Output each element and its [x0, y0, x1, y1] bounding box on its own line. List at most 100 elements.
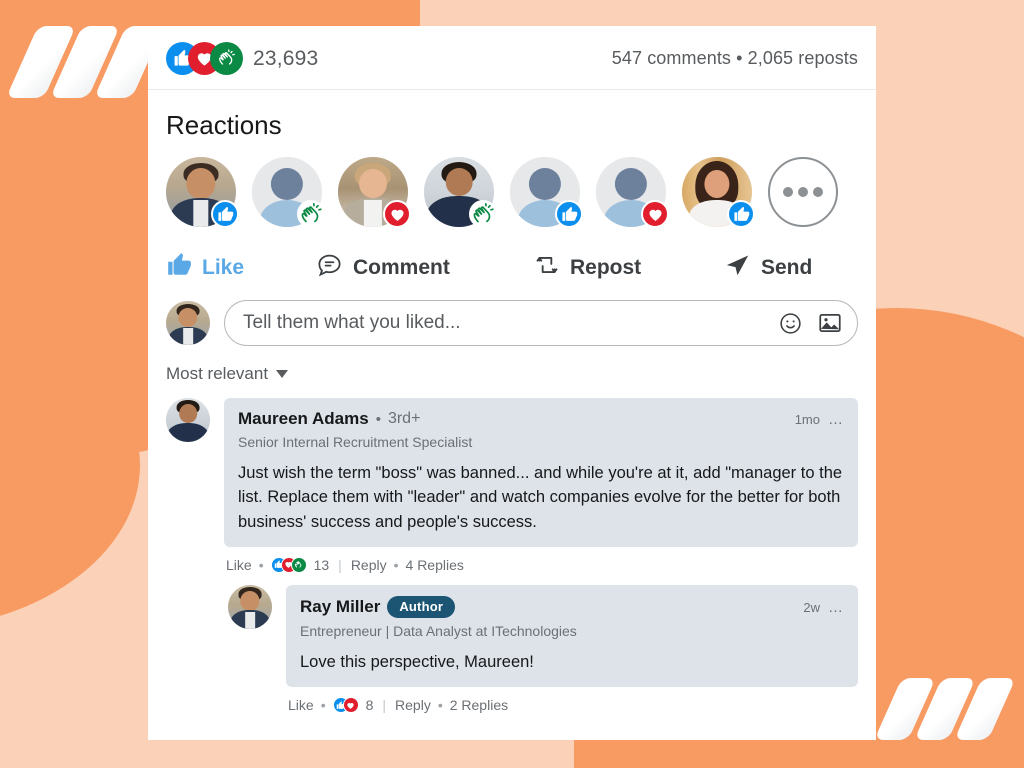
image-icon[interactable]: [817, 310, 843, 336]
comment-reaction-count: 13: [313, 556, 330, 573]
like-icon: [727, 200, 755, 228]
comment-footer: Like • 13 | Reply • 4 Replies: [224, 547, 858, 573]
reply-author-headline: Entrepreneur | Data Analyst at ITechnolo…: [300, 622, 577, 639]
separator-dot: •: [258, 556, 264, 573]
sort-dropdown-label: Most relevant: [166, 364, 269, 383]
card-header: 23,693 547 comments • 2,065 reposts: [148, 26, 876, 90]
reactor-avatars-row: [148, 141, 876, 237]
reactor-avatar-7[interactable]: [682, 157, 755, 228]
comment-author-headline: Senior Internal Recruitment Specialist: [238, 434, 473, 450]
comment-author-name[interactable]: Maureen Adams: [238, 409, 369, 429]
reply-replies-count[interactable]: 2 Replies: [450, 697, 508, 713]
current-user-avatar: [166, 301, 210, 345]
sort-dropdown[interactable]: Most relevant: [166, 364, 289, 384]
reaction-icon-group: [166, 42, 243, 75]
repost-button-label: Repost: [570, 255, 642, 279]
reactor-avatar-6[interactable]: [596, 157, 669, 228]
like-button-label: Like: [202, 255, 245, 279]
reply-header: Ray Miller Author 2w …: [300, 595, 844, 618]
repost-icon: [534, 252, 560, 284]
divider: |: [382, 697, 387, 713]
send-icon: [724, 251, 751, 284]
reaction-count: 23,693: [253, 46, 319, 70]
comment-sort-row: Most relevant: [148, 346, 876, 384]
ellipsis-dot: [813, 187, 823, 197]
love-icon: [641, 200, 669, 228]
separator-dot: •: [437, 697, 443, 713]
comments-list: Maureen Adams • 3rd+ 1mo … Senior Intern…: [148, 384, 876, 713]
reply-footer: Like • 8 | Reply • 2 Replies: [286, 687, 858, 713]
like-icon: [555, 200, 583, 228]
comment-replies-count[interactable]: 4 Replies: [406, 557, 464, 573]
comment-meta: 1mo …: [795, 412, 844, 427]
comments-reposts-stats[interactable]: 547 comments • 2,065 reposts: [612, 48, 858, 69]
comment-button-label: Comment: [353, 255, 450, 279]
comment-reply-item: Ray Miller Author 2w … Entrepreneur | Da…: [228, 584, 858, 713]
ellipsis-dot: [798, 187, 808, 197]
like-icon: [211, 200, 239, 228]
thumbs-up-icon: [166, 252, 192, 284]
reactor-avatar-2[interactable]: [252, 157, 325, 228]
comment-input-placeholder: Tell them what you liked...: [243, 312, 461, 333]
reply-options-icon[interactable]: …: [828, 600, 844, 614]
show-more-reactors-button[interactable]: [768, 157, 838, 227]
reply-timestamp: 2w: [803, 599, 820, 615]
repost-button[interactable]: Repost: [534, 252, 724, 284]
like-button[interactable]: Like: [166, 252, 316, 284]
comment-item: Maureen Adams • 3rd+ 1mo … Senior Intern…: [166, 398, 858, 573]
post-action-bar: Like Comment Repost Send: [148, 237, 876, 294]
comment-bubble: Maureen Adams • 3rd+ 1mo … Senior Intern…: [224, 398, 858, 547]
post-engagement-card: 23,693 547 comments • 2,065 reposts Reac…: [148, 26, 876, 740]
comment-author-avatar[interactable]: [166, 398, 210, 442]
love-icon: [342, 697, 359, 713]
decorative-slash-mark-top-left: [5, 26, 165, 98]
send-button[interactable]: Send: [724, 251, 812, 284]
reply-reply-button[interactable]: Reply: [395, 697, 431, 713]
comment-button[interactable]: Comment: [316, 251, 534, 284]
ellipsis-dot: [783, 187, 793, 197]
reactor-avatar-1[interactable]: [166, 157, 239, 228]
reply-author-avatar[interactable]: [228, 584, 272, 629]
comment-author-line: Maureen Adams • 3rd+: [238, 409, 420, 429]
page-title: Reactions: [166, 110, 282, 140]
comment-like-button[interactable]: Like: [226, 557, 252, 573]
clap-icon: [469, 200, 497, 228]
reply-author-name[interactable]: Ray Miller: [300, 597, 380, 617]
send-button-label: Send: [761, 255, 813, 279]
chevron-down-icon: [276, 370, 289, 378]
reply-text: Love this perspective, Maureen!: [300, 652, 534, 671]
clap-icon: [297, 200, 325, 228]
comment-body: Maureen Adams • 3rd+ 1mo … Senior Intern…: [224, 398, 858, 573]
separator-dot: •: [393, 556, 399, 573]
reply-bubble: Ray Miller Author 2w … Entrepreneur | Da…: [286, 584, 858, 687]
love-icon: [383, 200, 411, 228]
comment-composer: Tell them what you liked...: [148, 294, 876, 346]
comment-text: Just wish the term "boss" was banned... …: [238, 464, 843, 531]
separator-dot: •: [320, 697, 326, 713]
reply-reaction-count: 8: [365, 697, 374, 713]
reply-reaction-icons[interactable]: [332, 697, 359, 713]
connection-degree: 3rd+: [387, 410, 421, 427]
comment-header: Maureen Adams • 3rd+ 1mo …: [238, 409, 844, 429]
clap-icon: [210, 42, 243, 75]
reaction-summary[interactable]: 23,693: [166, 42, 318, 75]
comment-options-icon[interactable]: …: [828, 412, 844, 426]
comment-timestamp: 1mo: [794, 412, 820, 427]
reply-meta: 2w …: [803, 600, 844, 615]
reply-author-line: Ray Miller Author: [300, 595, 456, 618]
comment-input[interactable]: Tell them what you liked...: [224, 300, 858, 346]
comment-icon: [316, 251, 343, 284]
emoji-smiley-icon[interactable]: [778, 311, 803, 336]
comment-reply-button[interactable]: Reply: [351, 557, 387, 573]
separator-dot: •: [375, 410, 381, 428]
reactor-avatar-5[interactable]: [510, 157, 583, 228]
reactor-avatar-4[interactable]: [424, 157, 497, 228]
divider: |: [338, 556, 342, 573]
reply-like-button[interactable]: Like: [288, 697, 314, 713]
clap-icon: [290, 556, 307, 573]
decorative-slash-mark-bottom-right: [874, 678, 1016, 740]
reply-body: Ray Miller Author 2w … Entrepreneur | Da…: [286, 584, 858, 713]
comment-reaction-icons[interactable]: [270, 556, 307, 573]
author-badge: Author: [387, 595, 456, 618]
reactor-avatar-3[interactable]: [338, 157, 411, 228]
